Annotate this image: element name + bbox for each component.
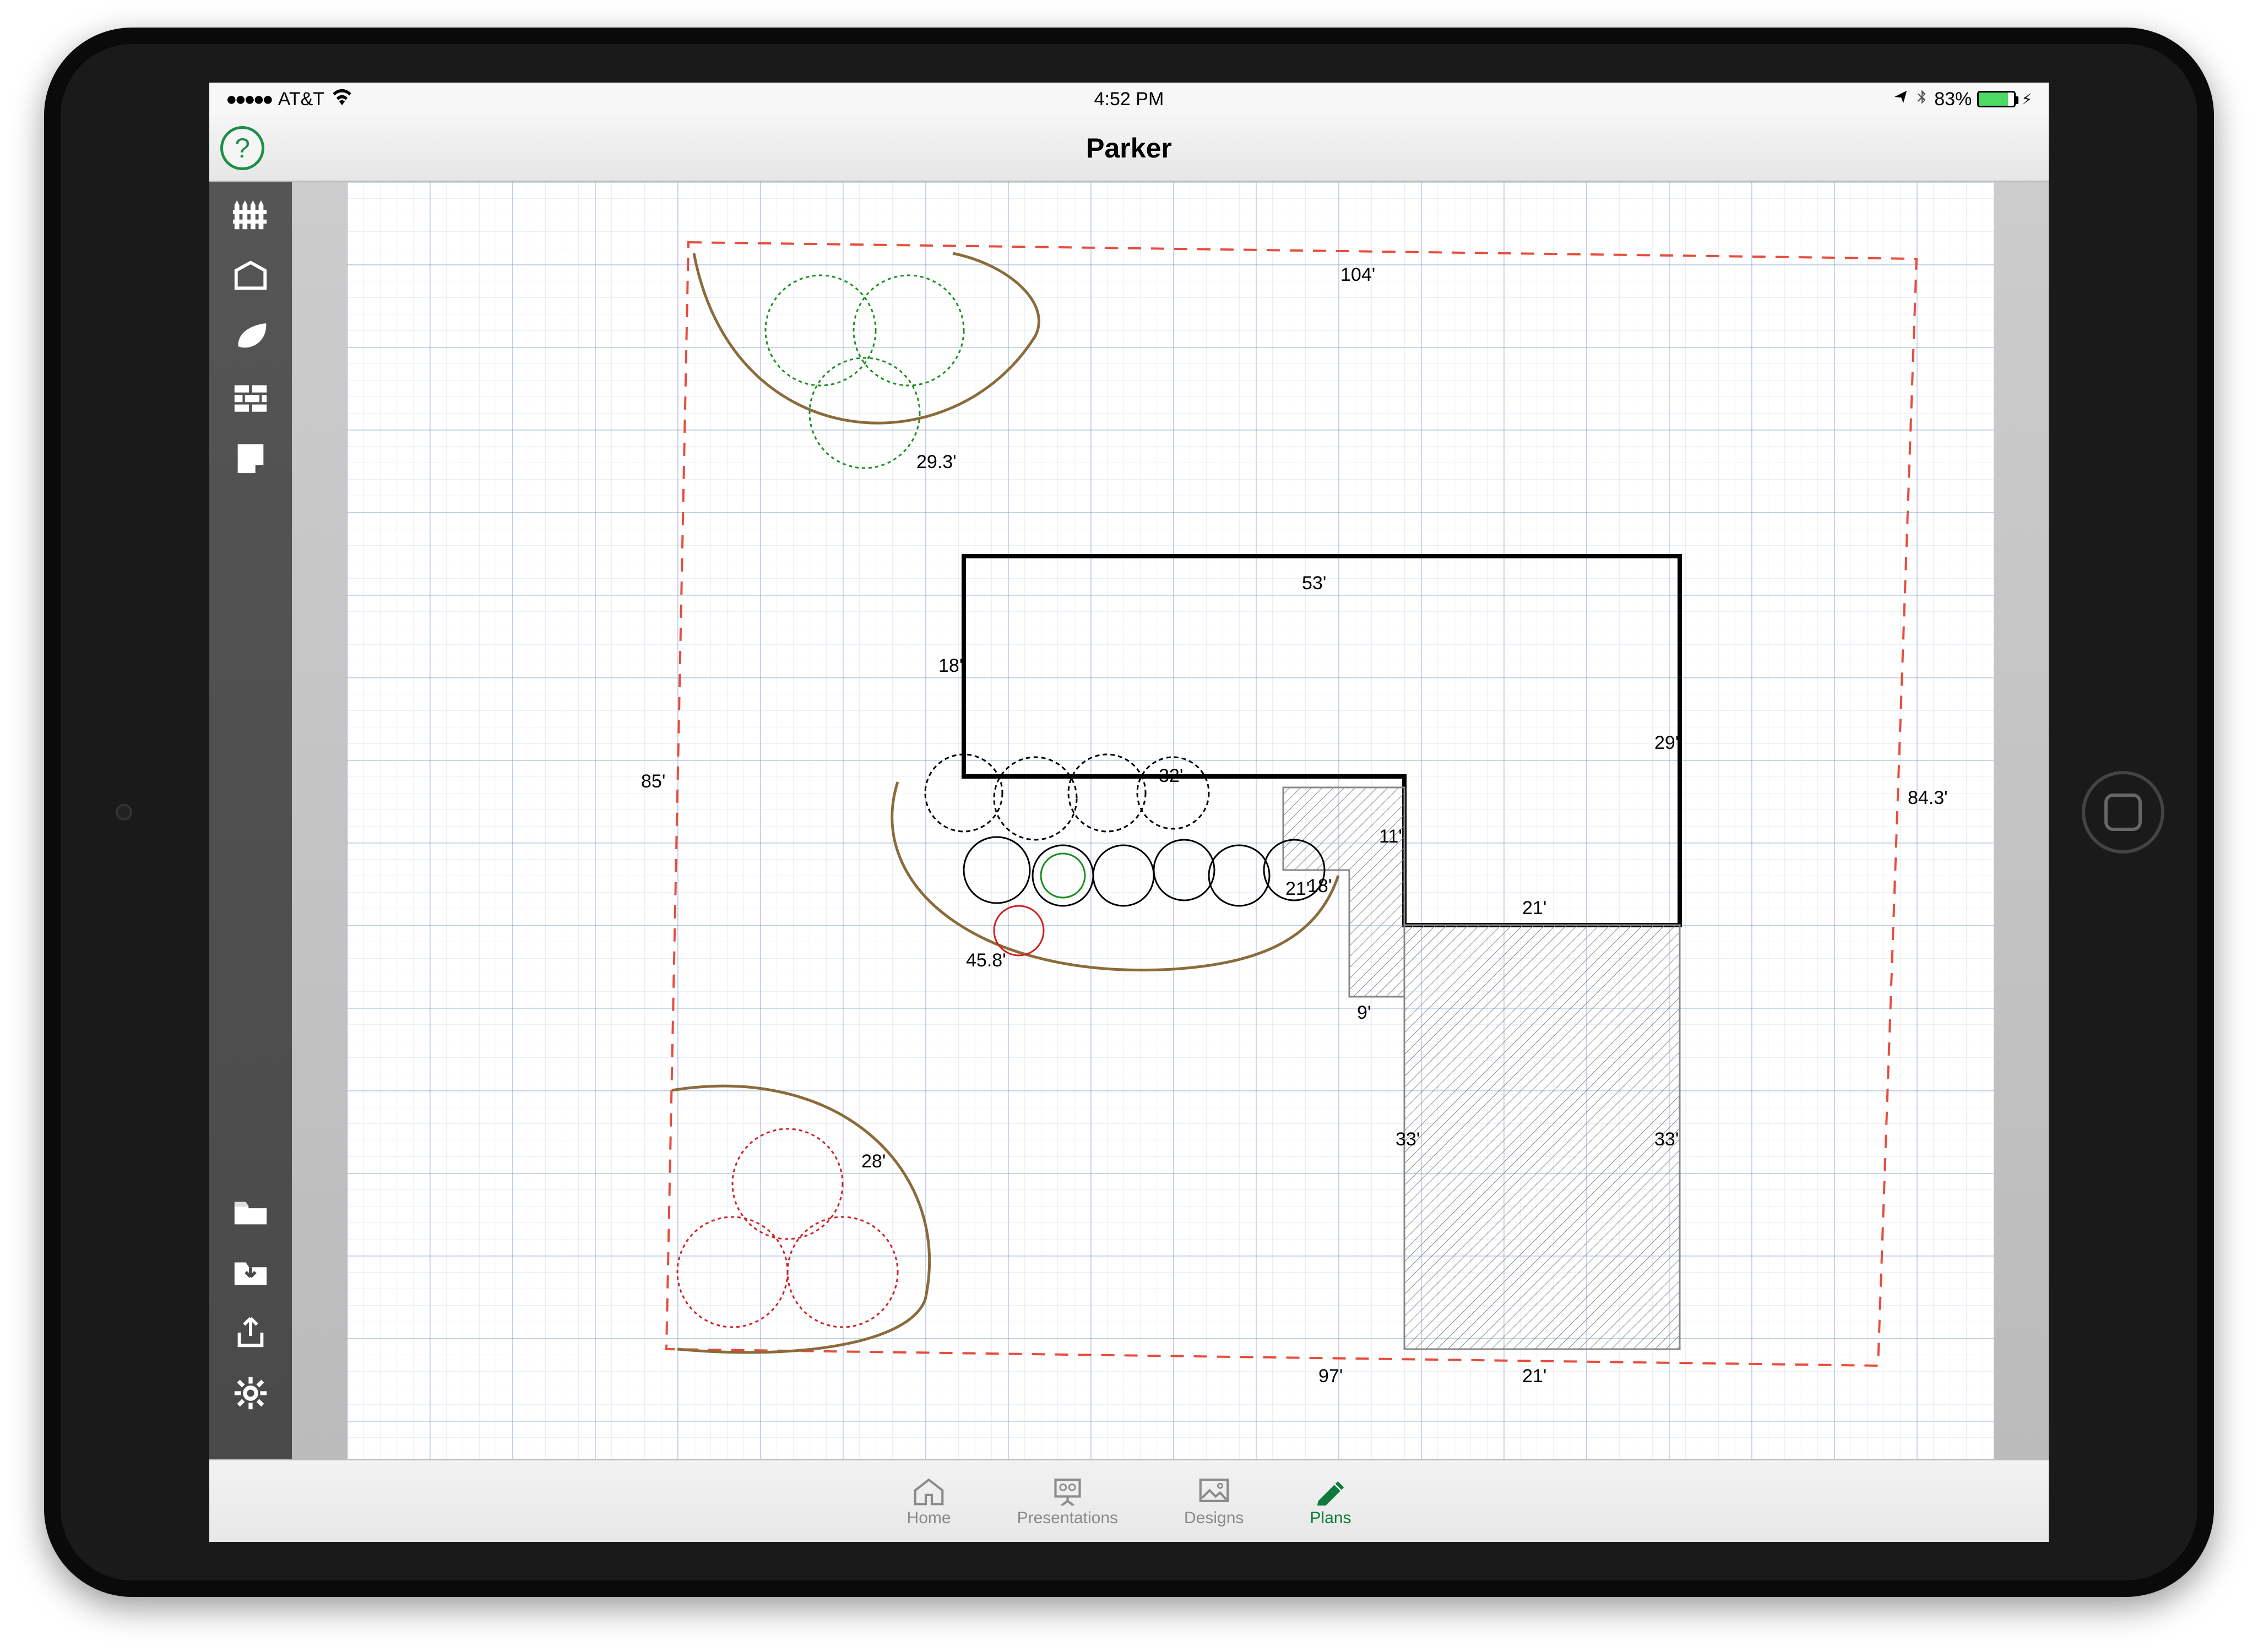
- dimension-label: 18': [936, 655, 965, 677]
- fence-icon: [231, 195, 270, 234]
- battery-percentage: 83%: [1934, 89, 1972, 110]
- settings-button[interactable]: [226, 1377, 275, 1410]
- dimension-label: 45.8': [964, 950, 1008, 971]
- home-button[interactable]: [2082, 771, 2164, 854]
- notes-tool[interactable]: [226, 441, 275, 474]
- folder-download-icon: [231, 1253, 270, 1291]
- dimension-label: 33': [1652, 1129, 1681, 1150]
- share-icon: [231, 1313, 270, 1352]
- canvas-right-edge: [1994, 182, 2049, 1459]
- dimension-label: 104': [1338, 264, 1377, 286]
- dimension-label: 21': [1520, 898, 1549, 919]
- tab-label: Plans: [1310, 1509, 1351, 1528]
- bluetooth-icon: [1914, 89, 1929, 110]
- plan-drawing: [347, 182, 1994, 1459]
- signal-strength-icon: ●●●●●: [226, 89, 272, 110]
- dimension-label: 21': [1520, 1366, 1549, 1387]
- dimension-label: 85': [639, 771, 667, 792]
- tab-presentations[interactable]: Presentations: [1017, 1475, 1118, 1528]
- dimension-label: 53': [1300, 573, 1328, 594]
- share-button[interactable]: [226, 1316, 275, 1349]
- question-icon: ?: [235, 132, 250, 164]
- charging-icon: ⚡︎: [2021, 90, 2032, 108]
- dimension-label: 9': [1355, 1002, 1373, 1024]
- clock: 4:52 PM: [828, 89, 1430, 110]
- image-icon: [1193, 1475, 1235, 1506]
- wifi-icon: [331, 89, 353, 110]
- dimension-label: 84.3': [1906, 787, 1950, 809]
- help-button[interactable]: ?: [220, 126, 264, 170]
- leaf-icon: [231, 317, 270, 355]
- dimension-label: 33': [1393, 1129, 1422, 1150]
- front-camera: [116, 804, 132, 820]
- tab-bar: Home Presentations Designs Plans: [209, 1459, 2049, 1542]
- dimension-label: 97': [1316, 1366, 1345, 1387]
- save-file-button[interactable]: [226, 1256, 275, 1289]
- folder-icon: [231, 1192, 270, 1231]
- house-shape-tool[interactable]: [226, 259, 275, 292]
- fence-tool[interactable]: [226, 198, 275, 231]
- ipad-device-frame: ●●●●● AT&T 4:52 PM 83% ⚡︎: [44, 28, 2214, 1597]
- dimension-label: 21': [1283, 878, 1312, 900]
- dimension-label: 29.3': [914, 452, 959, 473]
- dimension-label: 11': [1377, 826, 1404, 847]
- open-file-button[interactable]: [226, 1195, 275, 1228]
- brick-icon: [231, 377, 270, 416]
- easel-icon: [1047, 1475, 1088, 1506]
- status-bar: ●●●●● AT&T 4:52 PM 83% ⚡︎: [209, 83, 2049, 116]
- home-icon: [908, 1475, 949, 1506]
- tab-home[interactable]: Home: [907, 1475, 951, 1528]
- dimension-label: 29': [1652, 732, 1681, 754]
- dimension-label: 28': [859, 1151, 888, 1172]
- navigation-bar: ? Parker: [209, 116, 2049, 182]
- tab-label: Home: [907, 1509, 951, 1528]
- page-title: Parker: [1086, 132, 1172, 164]
- location-icon: [1892, 89, 1909, 110]
- screen: ●●●●● AT&T 4:52 PM 83% ⚡︎: [209, 83, 2049, 1542]
- tab-label: Designs: [1184, 1509, 1244, 1528]
- tab-designs[interactable]: Designs: [1184, 1475, 1244, 1528]
- grid-paper: 104' 29.3' 53' 18' 85' 84.3' 29' 32' 11'…: [347, 182, 1994, 1459]
- hardscape-tool[interactable]: [226, 380, 275, 413]
- tool-sidebar: [209, 182, 292, 1459]
- note-icon: [231, 438, 270, 476]
- house-icon: [231, 256, 270, 295]
- pencil-icon: [1310, 1475, 1351, 1506]
- canvas-left-edge: [292, 182, 347, 1459]
- carrier-label: AT&T: [278, 89, 324, 110]
- tab-plans[interactable]: Plans: [1310, 1475, 1351, 1528]
- tab-label: Presentations: [1017, 1509, 1118, 1528]
- gear-icon: [231, 1374, 270, 1412]
- dimension-label: 32': [1157, 765, 1185, 787]
- plant-tool[interactable]: [226, 319, 275, 352]
- battery-icon: [1977, 91, 2016, 107]
- plan-canvas[interactable]: 104' 29.3' 53' 18' 85' 84.3' 29' 32' 11'…: [292, 182, 2049, 1459]
